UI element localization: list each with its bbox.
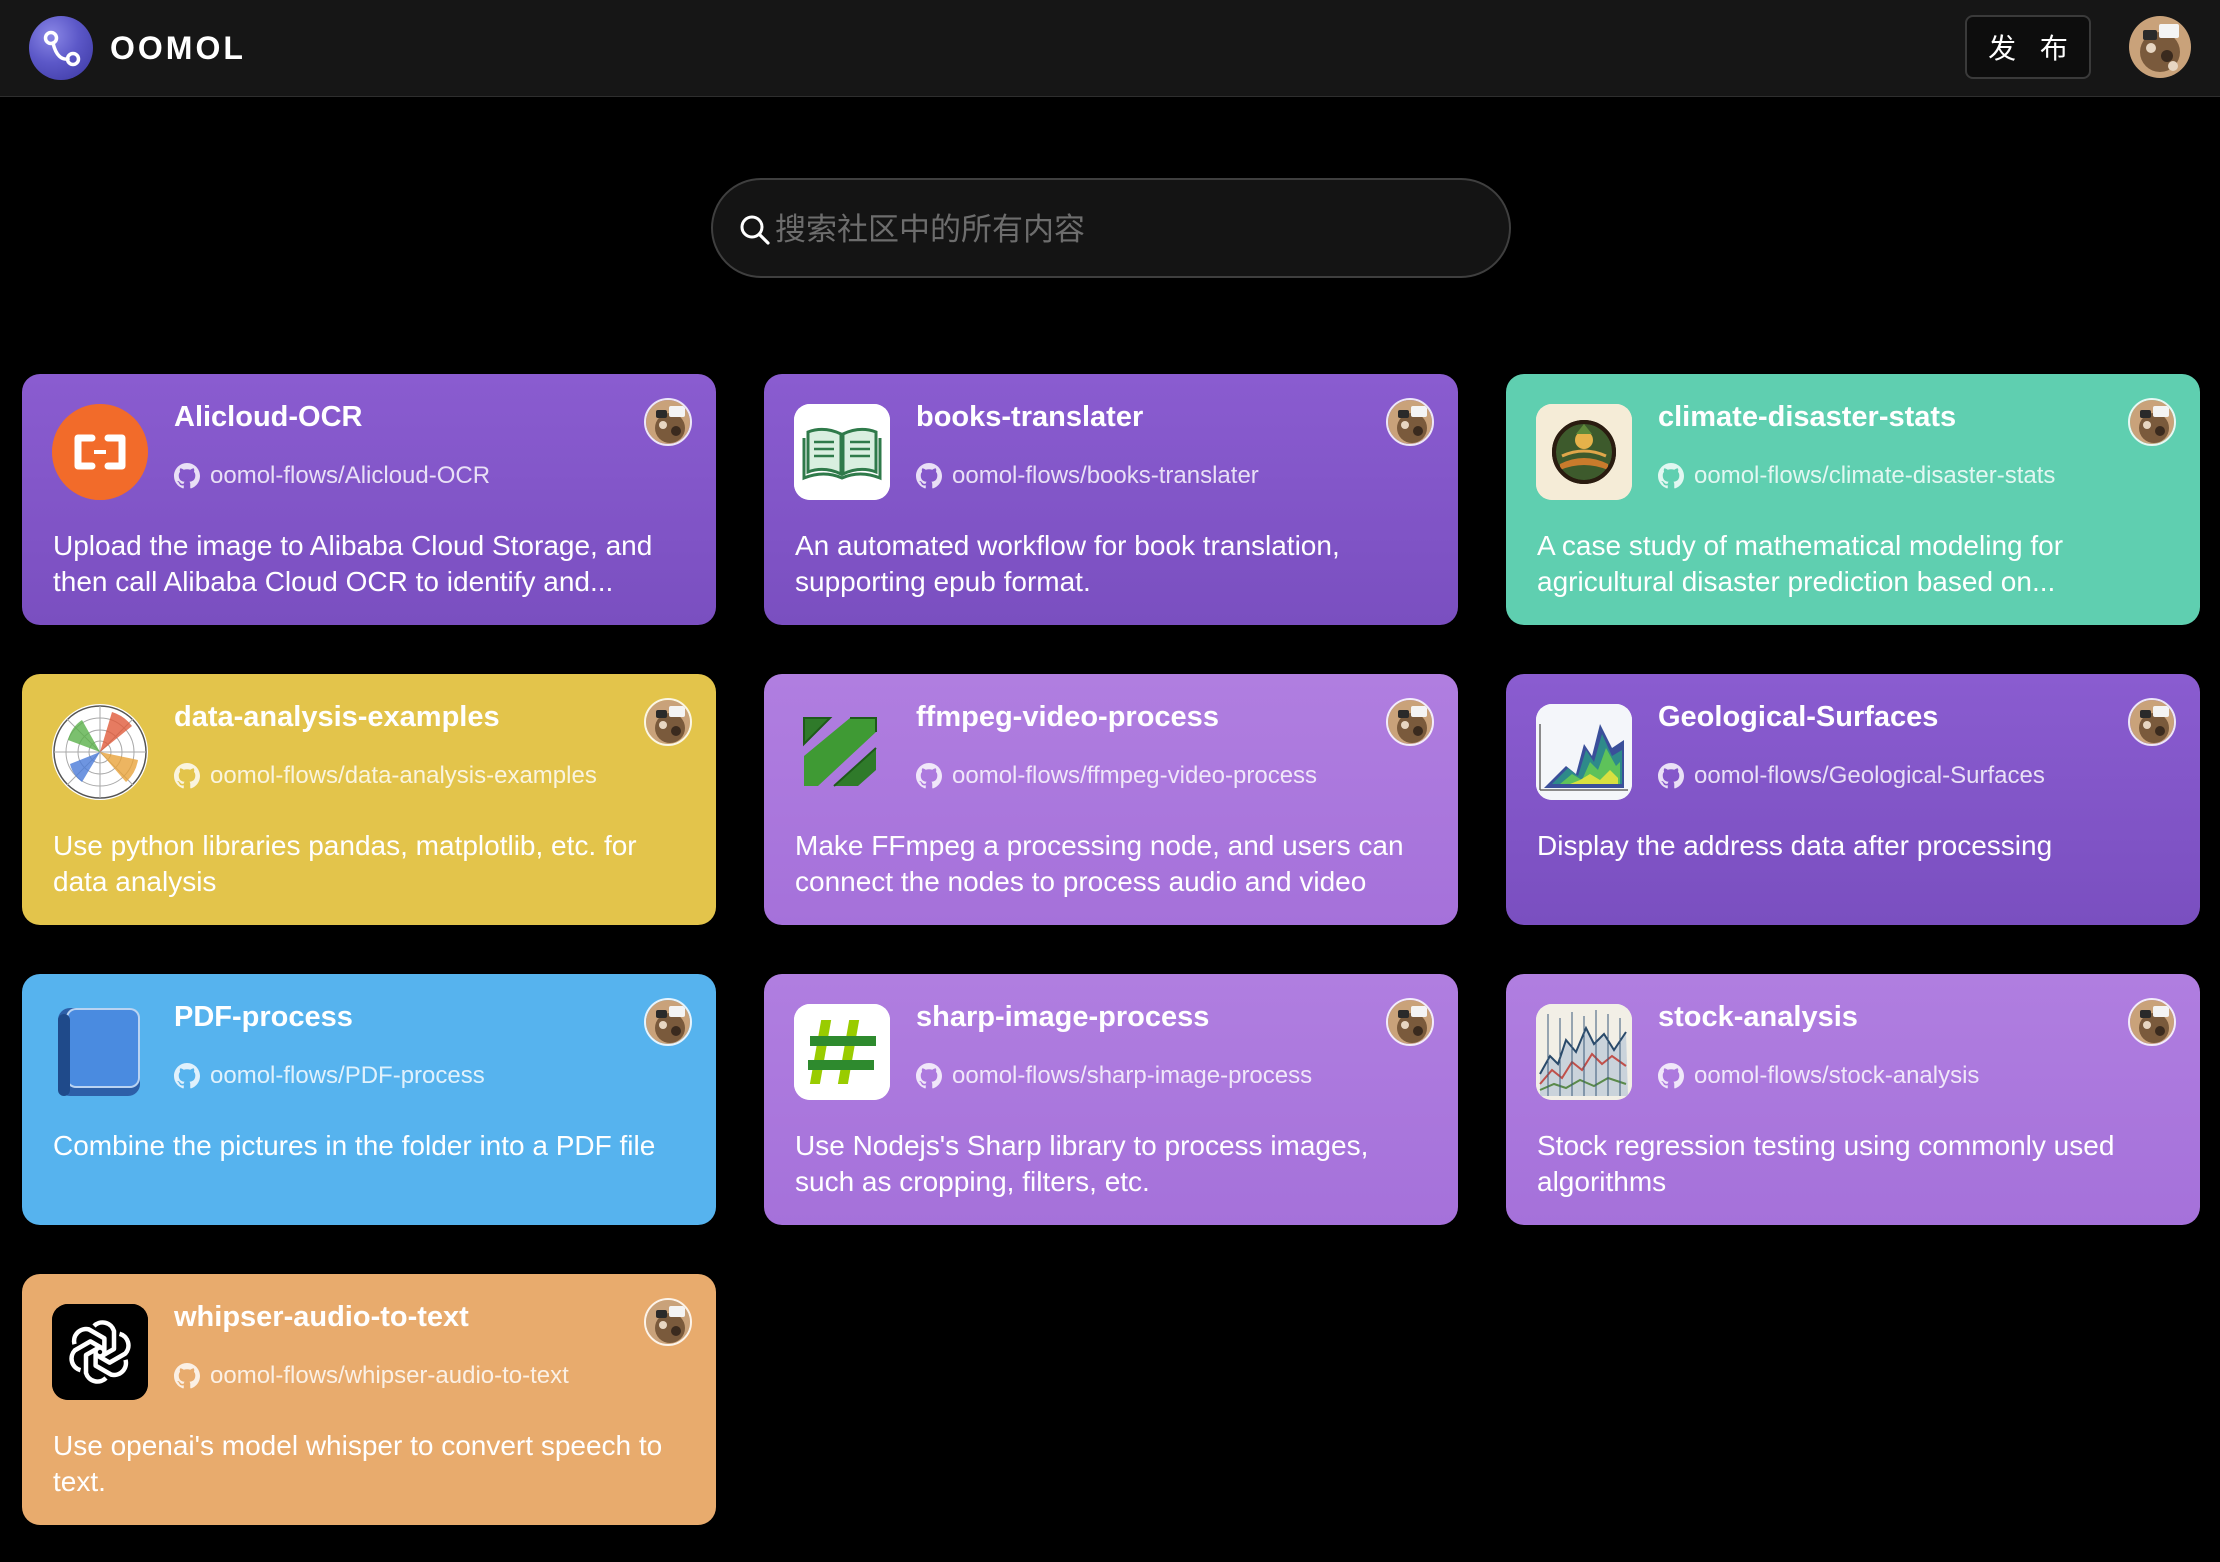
card-repo-text: oomol-flows/climate-disaster-stats [1694, 462, 2056, 489]
github-icon [1658, 763, 1684, 789]
card-title[interactable]: Alicloud-OCR [174, 399, 363, 435]
card-repo-link[interactable]: oomol-flows/Alicloud-OCR [174, 461, 490, 491]
card-description: Stock regression testing using commonly … [1537, 1130, 2115, 1197]
ffmpeg-icon [794, 704, 890, 800]
card-repo-link[interactable]: oomol-flows/stock-analysis [1658, 1061, 1979, 1091]
github-icon [1658, 463, 1684, 489]
card-description: Display the address data after processin… [1537, 830, 2053, 861]
card-description: Use openai's model whisper to convert sp… [53, 1430, 663, 1497]
card-repo-text: oomol-flows/data-analysis-examples [210, 762, 597, 789]
card-repo-text: oomol-flows/ffmpeg-video-process [952, 762, 1318, 789]
card-repo-text: oomol-flows/books-translater [952, 462, 1259, 489]
card-repo-link[interactable]: oomol-flows/books-translater [916, 461, 1259, 491]
card-title[interactable]: books-translater [916, 399, 1143, 435]
card-title[interactable]: PDF-process [174, 999, 353, 1035]
card-description: Use Nodejs's Sharp library to process im… [795, 1130, 1369, 1197]
github-icon [1658, 1063, 1684, 1089]
card-repo-text: oomol-flows/sharp-image-process [952, 1062, 1313, 1089]
card-title[interactable]: climate-disaster-stats [1658, 399, 1956, 435]
climate-globe-icon [1536, 404, 1632, 500]
github-icon [916, 1063, 942, 1089]
surface-plot-icon [1536, 704, 1632, 800]
author-avatar[interactable] [2128, 398, 2176, 446]
polar-chart-icon [52, 704, 148, 800]
author-avatar[interactable] [644, 998, 692, 1046]
author-avatar[interactable] [2128, 698, 2176, 746]
card-repo-text: oomol-flows/PDF-process [210, 1062, 485, 1089]
card-repo-link[interactable]: oomol-flows/PDF-process [174, 1061, 485, 1091]
card-title[interactable]: whipser-audio-to-text [174, 1299, 469, 1335]
search-input[interactable] [775, 200, 1475, 260]
sharp-hash-icon [794, 1004, 890, 1100]
author-avatar[interactable] [644, 698, 692, 746]
card-repo-link[interactable]: oomol-flows/sharp-image-process [916, 1061, 1312, 1091]
github-icon [916, 763, 942, 789]
card-repo-text: oomol-flows/Alicloud-OCR [210, 462, 491, 489]
github-icon [916, 463, 942, 489]
flow-card[interactable]: Alicloud-OCR oomol-flows/Alicloud-OCR Up… [22, 374, 716, 625]
author-avatar[interactable] [2128, 998, 2176, 1046]
github-icon [174, 1363, 200, 1389]
card-repo-link[interactable]: oomol-flows/ffmpeg-video-process [916, 761, 1317, 791]
alicloud-icon [52, 404, 148, 500]
card-title[interactable]: Geological-Surfaces [1658, 699, 1938, 735]
card-repo-text: oomol-flows/whipser-audio-to-text [210, 1362, 569, 1389]
flow-card[interactable]: PDF-process oomol-flows/PDF-process Comb… [22, 974, 716, 1225]
card-repo-text: oomol-flows/Geological-Surfaces [1694, 762, 2045, 789]
card-repo-text: oomol-flows/stock-analysis [1694, 1062, 1980, 1089]
github-icon [174, 1063, 200, 1089]
search-icon [740, 215, 770, 245]
card-description: Use python libraries pandas, matplotlib,… [53, 830, 637, 897]
flow-card[interactable]: books-translater oomol-flows/books-trans… [764, 374, 1458, 625]
logo-wordmark[interactable]: OOMOL [110, 28, 246, 68]
card-repo-link[interactable]: oomol-flows/whipser-audio-to-text [174, 1361, 569, 1391]
card-repo-link[interactable]: oomol-flows/Geological-Surfaces [1658, 761, 2045, 791]
author-avatar[interactable] [1386, 398, 1434, 446]
flow-card[interactable]: climate-disaster-stats oomol-flows/clima… [1506, 374, 2200, 625]
openai-icon [52, 1304, 148, 1400]
card-title[interactable]: ffmpeg-video-process [916, 699, 1219, 735]
author-avatar[interactable] [644, 398, 692, 446]
card-description: Upload the image to Alibaba Cloud Storag… [53, 530, 653, 597]
card-title[interactable]: data-analysis-examples [174, 699, 500, 735]
github-icon [174, 763, 200, 789]
flow-card[interactable]: data-analysis-examples oomol-flows/data-… [22, 674, 716, 925]
stock-chart-icon [1536, 1004, 1632, 1100]
card-description: A case study of mathematical modeling fo… [1537, 530, 2064, 597]
flow-card[interactable]: ffmpeg-video-process oomol-flows/ffmpeg-… [764, 674, 1458, 925]
card-description: Combine the pictures in the folder into … [53, 1130, 656, 1161]
card-repo-link[interactable]: oomol-flows/climate-disaster-stats [1658, 461, 2055, 491]
github-icon [174, 463, 200, 489]
card-description: An automated workflow for book translati… [795, 530, 1340, 597]
blue-book-icon [52, 1004, 148, 1100]
card-description: Make FFmpeg a processing node, and users… [795, 830, 1404, 897]
flow-card[interactable]: whipser-audio-to-text oomol-flows/whipse… [22, 1274, 716, 1525]
search-bar[interactable] [711, 178, 1511, 278]
publish-button[interactable]: 发 布 [1965, 15, 2091, 79]
flow-card[interactable]: sharp-image-process oomol-flows/sharp-im… [764, 974, 1458, 1225]
author-avatar[interactable] [1386, 998, 1434, 1046]
author-avatar[interactable] [644, 1298, 692, 1346]
open-book-icon [794, 404, 890, 500]
flow-card[interactable]: stock-analysis oomol-flows/stock-analysi… [1506, 974, 2200, 1225]
card-title[interactable]: sharp-image-process [916, 999, 1209, 1035]
user-avatar[interactable] [2129, 16, 2191, 78]
card-title[interactable]: stock-analysis [1658, 999, 1858, 1035]
author-avatar[interactable] [1386, 698, 1434, 746]
flow-card[interactable]: Geological-Surfaces oomol-flows/Geologic… [1506, 674, 2200, 925]
top-header: OOMOL 发 布 [0, 0, 2220, 97]
card-repo-link[interactable]: oomol-flows/data-analysis-examples [174, 761, 597, 791]
oomol-logo-icon[interactable] [29, 16, 93, 80]
